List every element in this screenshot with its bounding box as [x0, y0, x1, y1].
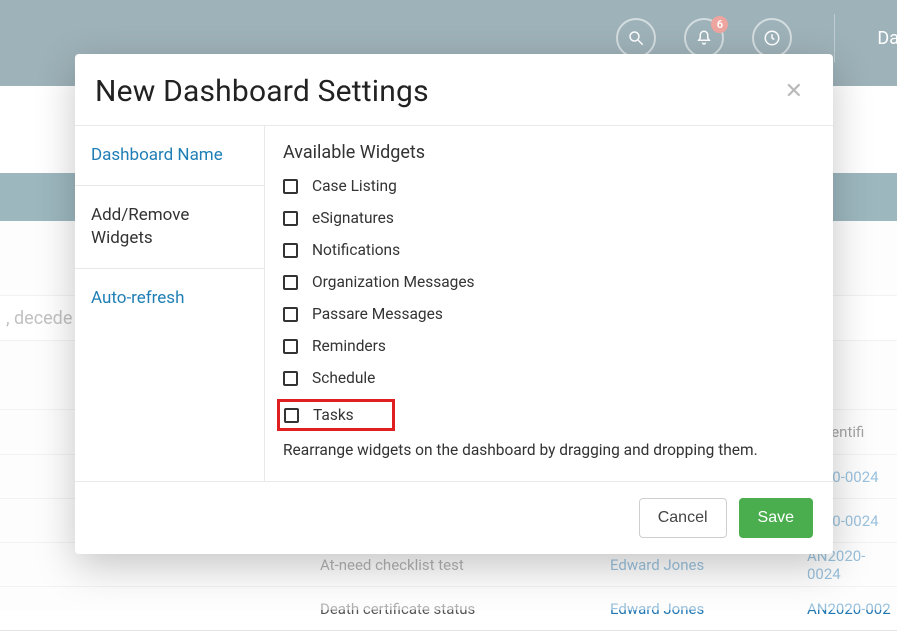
widget-option-reminders[interactable]: Reminders — [283, 337, 815, 355]
widget-option-label: Reminders — [312, 337, 386, 355]
modal-title: New Dashboard Settings — [95, 74, 779, 109]
checkbox-icon[interactable] — [283, 179, 298, 194]
available-widgets-title: Available Widgets — [283, 142, 815, 163]
widget-option-label: Passare Messages — [312, 305, 443, 323]
modal-sidebar: Dashboard Name Add/Remove Widgets Auto-r… — [75, 126, 265, 481]
widget-option-label: Schedule — [312, 369, 375, 387]
tab-auto-refresh[interactable]: Auto-refresh — [75, 269, 264, 328]
widget-option-notifications[interactable]: Notifications — [283, 241, 815, 259]
widget-option-case-listing[interactable]: Case Listing — [283, 177, 815, 195]
modal-footer: Cancel Save — [75, 481, 833, 554]
widget-option-label: Tasks — [313, 406, 354, 424]
dashboard-settings-modal: New Dashboard Settings ✕ Dashboard Name … — [75, 54, 833, 554]
checkbox-icon[interactable] — [283, 307, 298, 322]
widget-option-tasks[interactable]: Tasks — [277, 399, 395, 431]
widget-option-label: eSignatures — [312, 209, 394, 227]
checkbox-icon[interactable] — [283, 243, 298, 258]
cancel-button[interactable]: Cancel — [639, 498, 727, 538]
rearrange-hint: Rearrange widgets on the dashboard by dr… — [283, 441, 815, 459]
modal-header: New Dashboard Settings ✕ — [75, 54, 833, 126]
checkbox-icon[interactable] — [283, 275, 298, 290]
checkbox-icon[interactable] — [283, 339, 298, 354]
close-icon[interactable]: ✕ — [779, 75, 809, 108]
modal-main-panel: Available Widgets Case Listing eSignatur… — [265, 126, 833, 481]
widget-option-organization-messages[interactable]: Organization Messages — [283, 273, 815, 291]
widget-option-label: Organization Messages — [312, 273, 475, 291]
widget-option-schedule[interactable]: Schedule — [283, 369, 815, 387]
save-button[interactable]: Save — [739, 498, 813, 538]
checkbox-icon[interactable] — [283, 371, 298, 386]
widget-option-esignatures[interactable]: eSignatures — [283, 209, 815, 227]
tab-dashboard-name[interactable]: Dashboard Name — [75, 126, 264, 186]
widget-option-passare-messages[interactable]: Passare Messages — [283, 305, 815, 323]
widget-option-label: Case Listing — [312, 177, 397, 195]
checkbox-icon[interactable] — [283, 211, 298, 226]
widget-option-label: Notifications — [312, 241, 400, 259]
tab-add-remove-widgets[interactable]: Add/Remove Widgets — [75, 186, 264, 269]
checkbox-icon[interactable] — [284, 408, 299, 423]
